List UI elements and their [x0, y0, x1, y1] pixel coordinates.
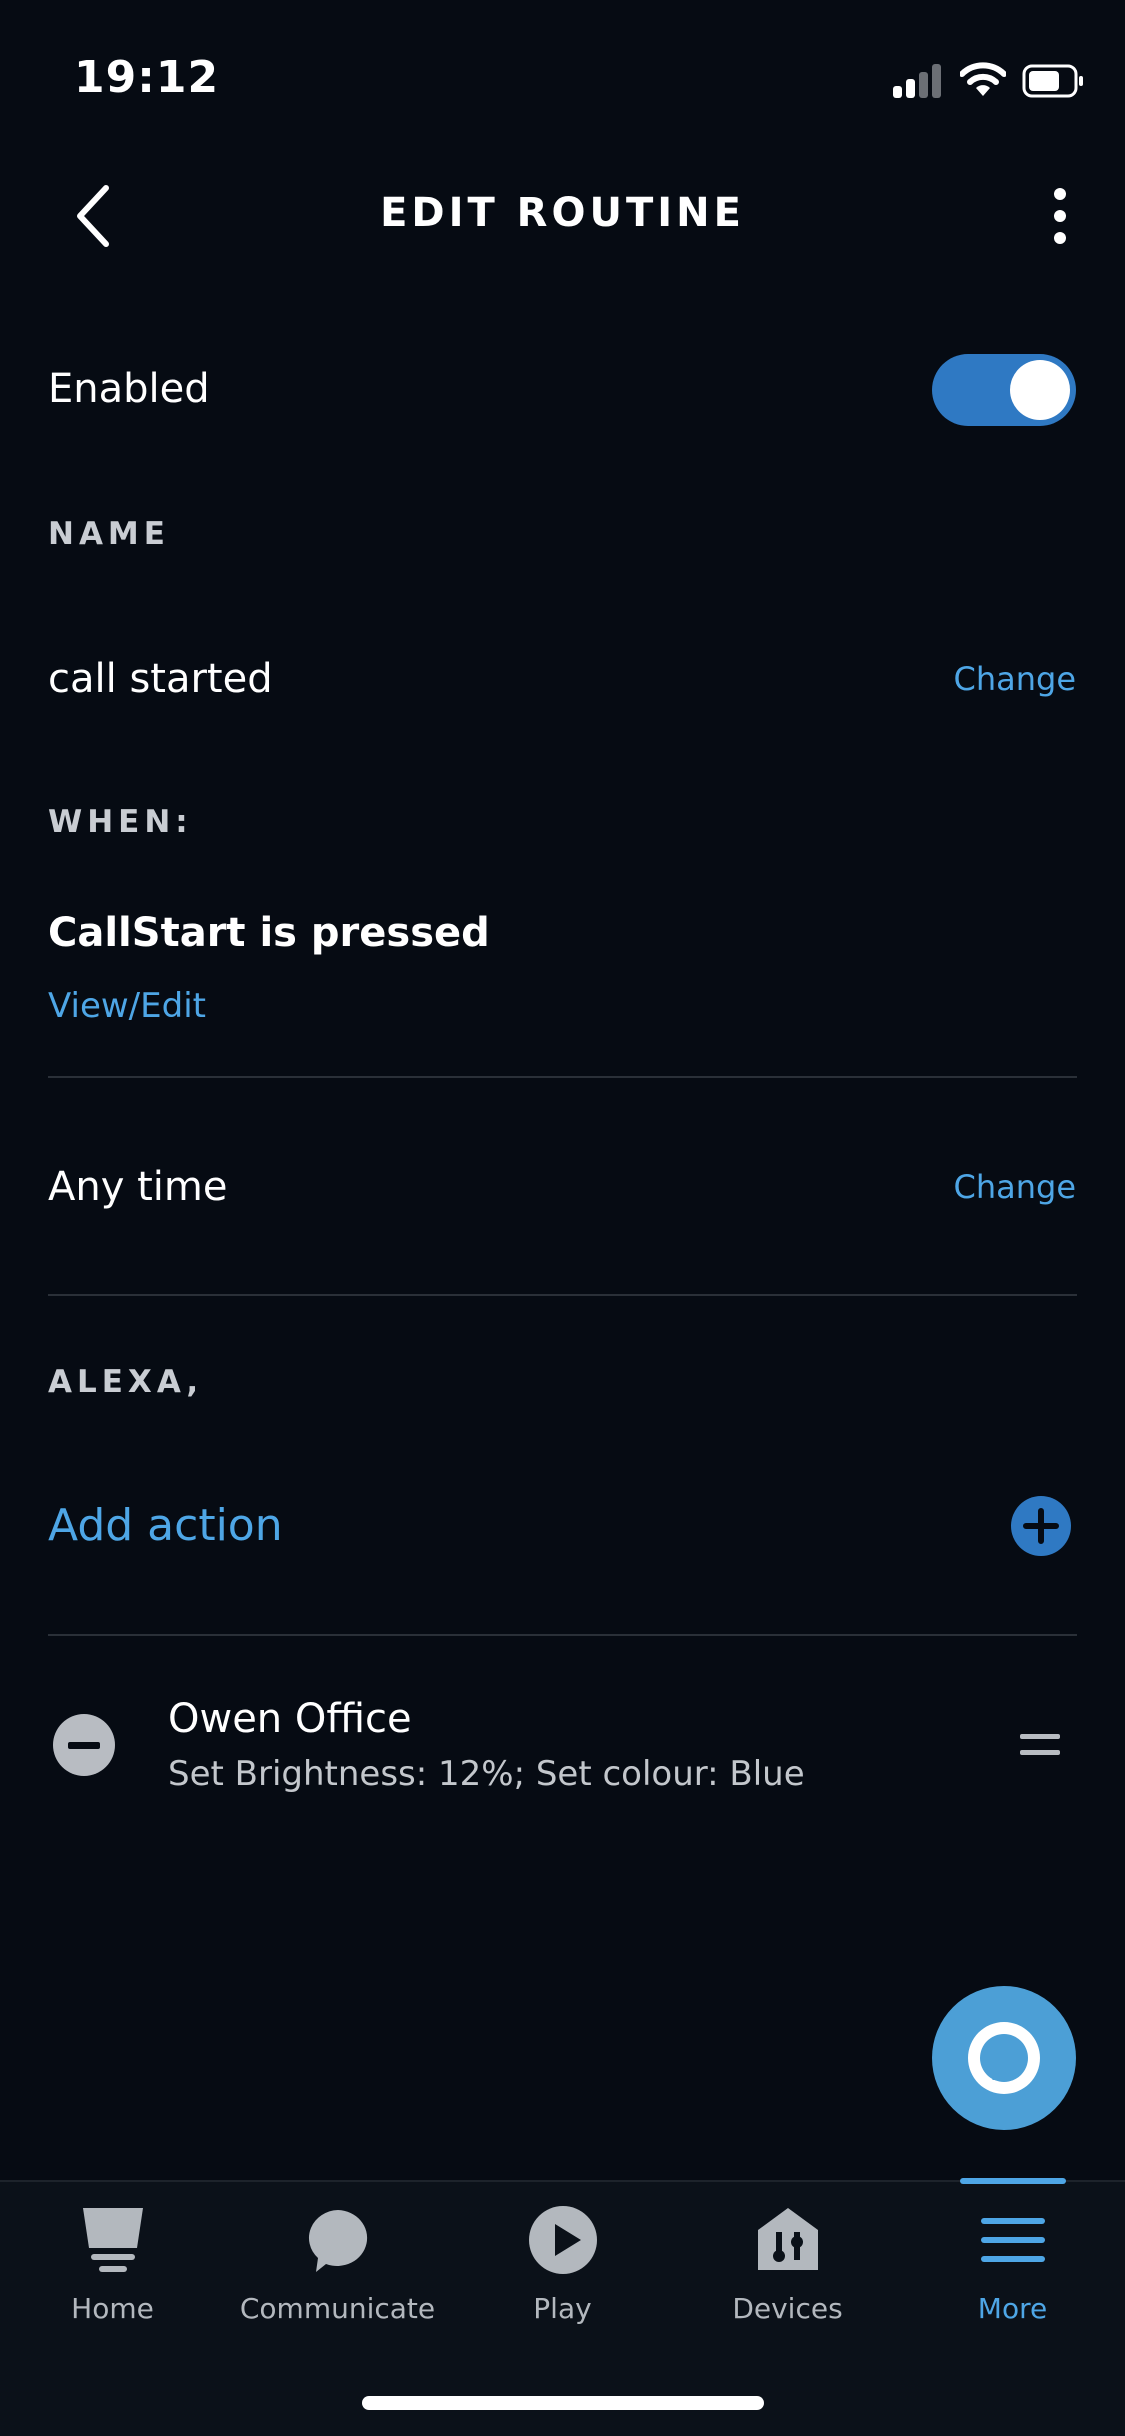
plus-icon: [1023, 1508, 1059, 1544]
menu-icon: [973, 2200, 1053, 2280]
view-edit-link[interactable]: View/Edit: [48, 986, 206, 1026]
enabled-toggle[interactable]: [932, 354, 1076, 426]
enabled-label: Enabled: [48, 366, 210, 412]
more-options-button[interactable]: [1038, 184, 1082, 248]
trigger-text: CallStart is pressed: [48, 910, 490, 956]
tab-label: Play: [533, 2292, 592, 2325]
alexa-section-label: ALEXA,: [48, 1364, 204, 1400]
tab-devices[interactable]: Devices: [675, 2200, 900, 2330]
screen: 19:12 EDIT ROUTINE Enabled NAME call sta…: [0, 0, 1125, 2436]
divider: [48, 1294, 1077, 1296]
status-time: 19:12: [74, 52, 220, 103]
home-indicator[interactable]: [362, 2396, 764, 2410]
home-icon: [73, 2200, 153, 2280]
tab-more[interactable]: More: [900, 2200, 1125, 2330]
add-action-button[interactable]: [1011, 1496, 1071, 1556]
action-title[interactable]: Owen Office: [168, 1696, 412, 1742]
toggle-knob: [1010, 360, 1070, 420]
tab-label: Communicate: [239, 2292, 436, 2325]
more-dot: [1054, 188, 1066, 200]
change-name-link[interactable]: Change: [953, 660, 1076, 698]
battery-icon: [1022, 64, 1083, 98]
alexa-icon: [968, 2022, 1040, 2094]
divider: [48, 1634, 1077, 1636]
divider: [48, 1076, 1077, 1078]
drag-handle-icon[interactable]: [1020, 1730, 1060, 1760]
more-dot: [1054, 210, 1066, 222]
alexa-button[interactable]: [932, 1986, 1076, 2130]
chat-bubble-icon: [298, 2200, 378, 2280]
page-title: EDIT ROUTINE: [380, 190, 745, 236]
tab-home[interactable]: Home: [0, 2200, 225, 2330]
active-tab-indicator: [960, 2178, 1066, 2184]
tab-label: More: [977, 2292, 1048, 2325]
routine-name: call started: [48, 656, 273, 702]
remove-action-button[interactable]: [53, 1714, 115, 1776]
tab-communicate[interactable]: Communicate: [225, 2200, 450, 2330]
minus-icon: [68, 1741, 100, 1749]
tab-label: Home: [71, 2292, 154, 2325]
action-detail: Set Brightness: 12%; Set colour: Blue: [168, 1754, 805, 1794]
cellular-signal-icon: [893, 64, 943, 98]
name-section-label: NAME: [48, 516, 170, 552]
when-section-label: WHEN:: [48, 804, 193, 840]
wifi-icon: [960, 62, 1006, 96]
time-condition: Any time: [48, 1164, 228, 1210]
more-dot: [1054, 232, 1066, 244]
tab-play[interactable]: Play: [450, 2200, 675, 2330]
add-action-link[interactable]: Add action: [48, 1500, 283, 1551]
devices-icon: [748, 2200, 828, 2280]
play-icon: [523, 2200, 603, 2280]
tab-label: Devices: [732, 2292, 843, 2325]
change-time-link[interactable]: Change: [953, 1168, 1076, 1206]
